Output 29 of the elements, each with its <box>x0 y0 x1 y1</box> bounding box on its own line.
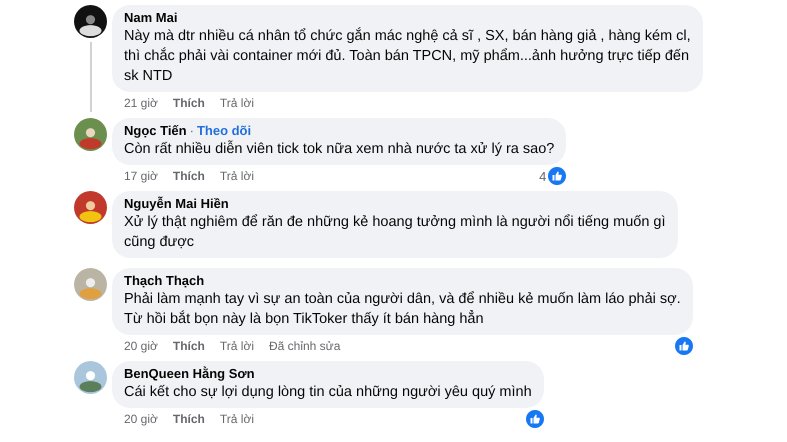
comment-text: Xử lý thật nghiêm để răn đe những kẻ hoang tưởng mình là người nổi tiếng muốn gì cũng được <box>124 213 666 252</box>
follow-link[interactable]: Theo dõi <box>196 123 252 138</box>
timestamp: 20 giờ <box>124 339 158 353</box>
author-name[interactable]: Thạch Thạch <box>124 273 204 288</box>
reply-link[interactable]: Trả lời <box>220 412 254 426</box>
like-link[interactable]: Thích <box>172 169 205 183</box>
timestamp: 17 giờ <box>124 169 158 183</box>
comment-text: Còn rất nhiều diễn viên tick tok nữa xem nhà nước ta xử lý ra sao? <box>124 139 554 159</box>
edited-label: Đã chỉnh sửa <box>268 339 340 353</box>
timestamp: 20 giờ <box>124 412 158 426</box>
like-link[interactable]: Thích <box>172 339 205 353</box>
reply-link[interactable]: Trả lời <box>220 339 254 353</box>
separator-dot: · <box>190 123 194 138</box>
like-icon[interactable] <box>548 167 566 185</box>
like-link[interactable]: Thích <box>172 412 205 426</box>
like-icon[interactable] <box>674 337 693 355</box>
author-name[interactable]: Nguyễn Mai Hiền <box>124 196 229 211</box>
author-name[interactable]: Ngọc Tiến <box>124 123 187 138</box>
comment-text: Phải làm mạnh tay vì sự an toàn của người dân, và để nhiều kẻ muốn làm láo phải sợ. Từ hồi bắt bọn này là bọn TikToker thấy ít bán hàng hẳn <box>124 290 681 329</box>
timestamp: 21 giờ <box>124 96 158 110</box>
like-link[interactable]: Thích <box>172 96 205 110</box>
comment-text: Cái kết cho sự lợi dụng lòng tin của những người yêu quý mình <box>124 383 532 402</box>
author-name[interactable]: Nam Mai <box>124 10 178 25</box>
reply-link[interactable]: Trả lời <box>220 96 254 110</box>
author-name[interactable]: BenQueen Hằng Sơn <box>124 366 255 381</box>
like-icon[interactable] <box>526 410 544 428</box>
comment-text: Này mà dtr nhiều cá nhân tổ chức gắn mác nghệ cả sĩ , SX, bán hàng giả , hàng kém cl, thì chắc phải vài container mới đủ. Toàn bán TPCN, mỹ phẩm...ảnh hưởng trực tiếp đến sk NTD <box>124 26 691 86</box>
reply-link[interactable]: Trả lời <box>220 169 254 183</box>
reaction-count[interactable]: 4 <box>539 168 546 184</box>
